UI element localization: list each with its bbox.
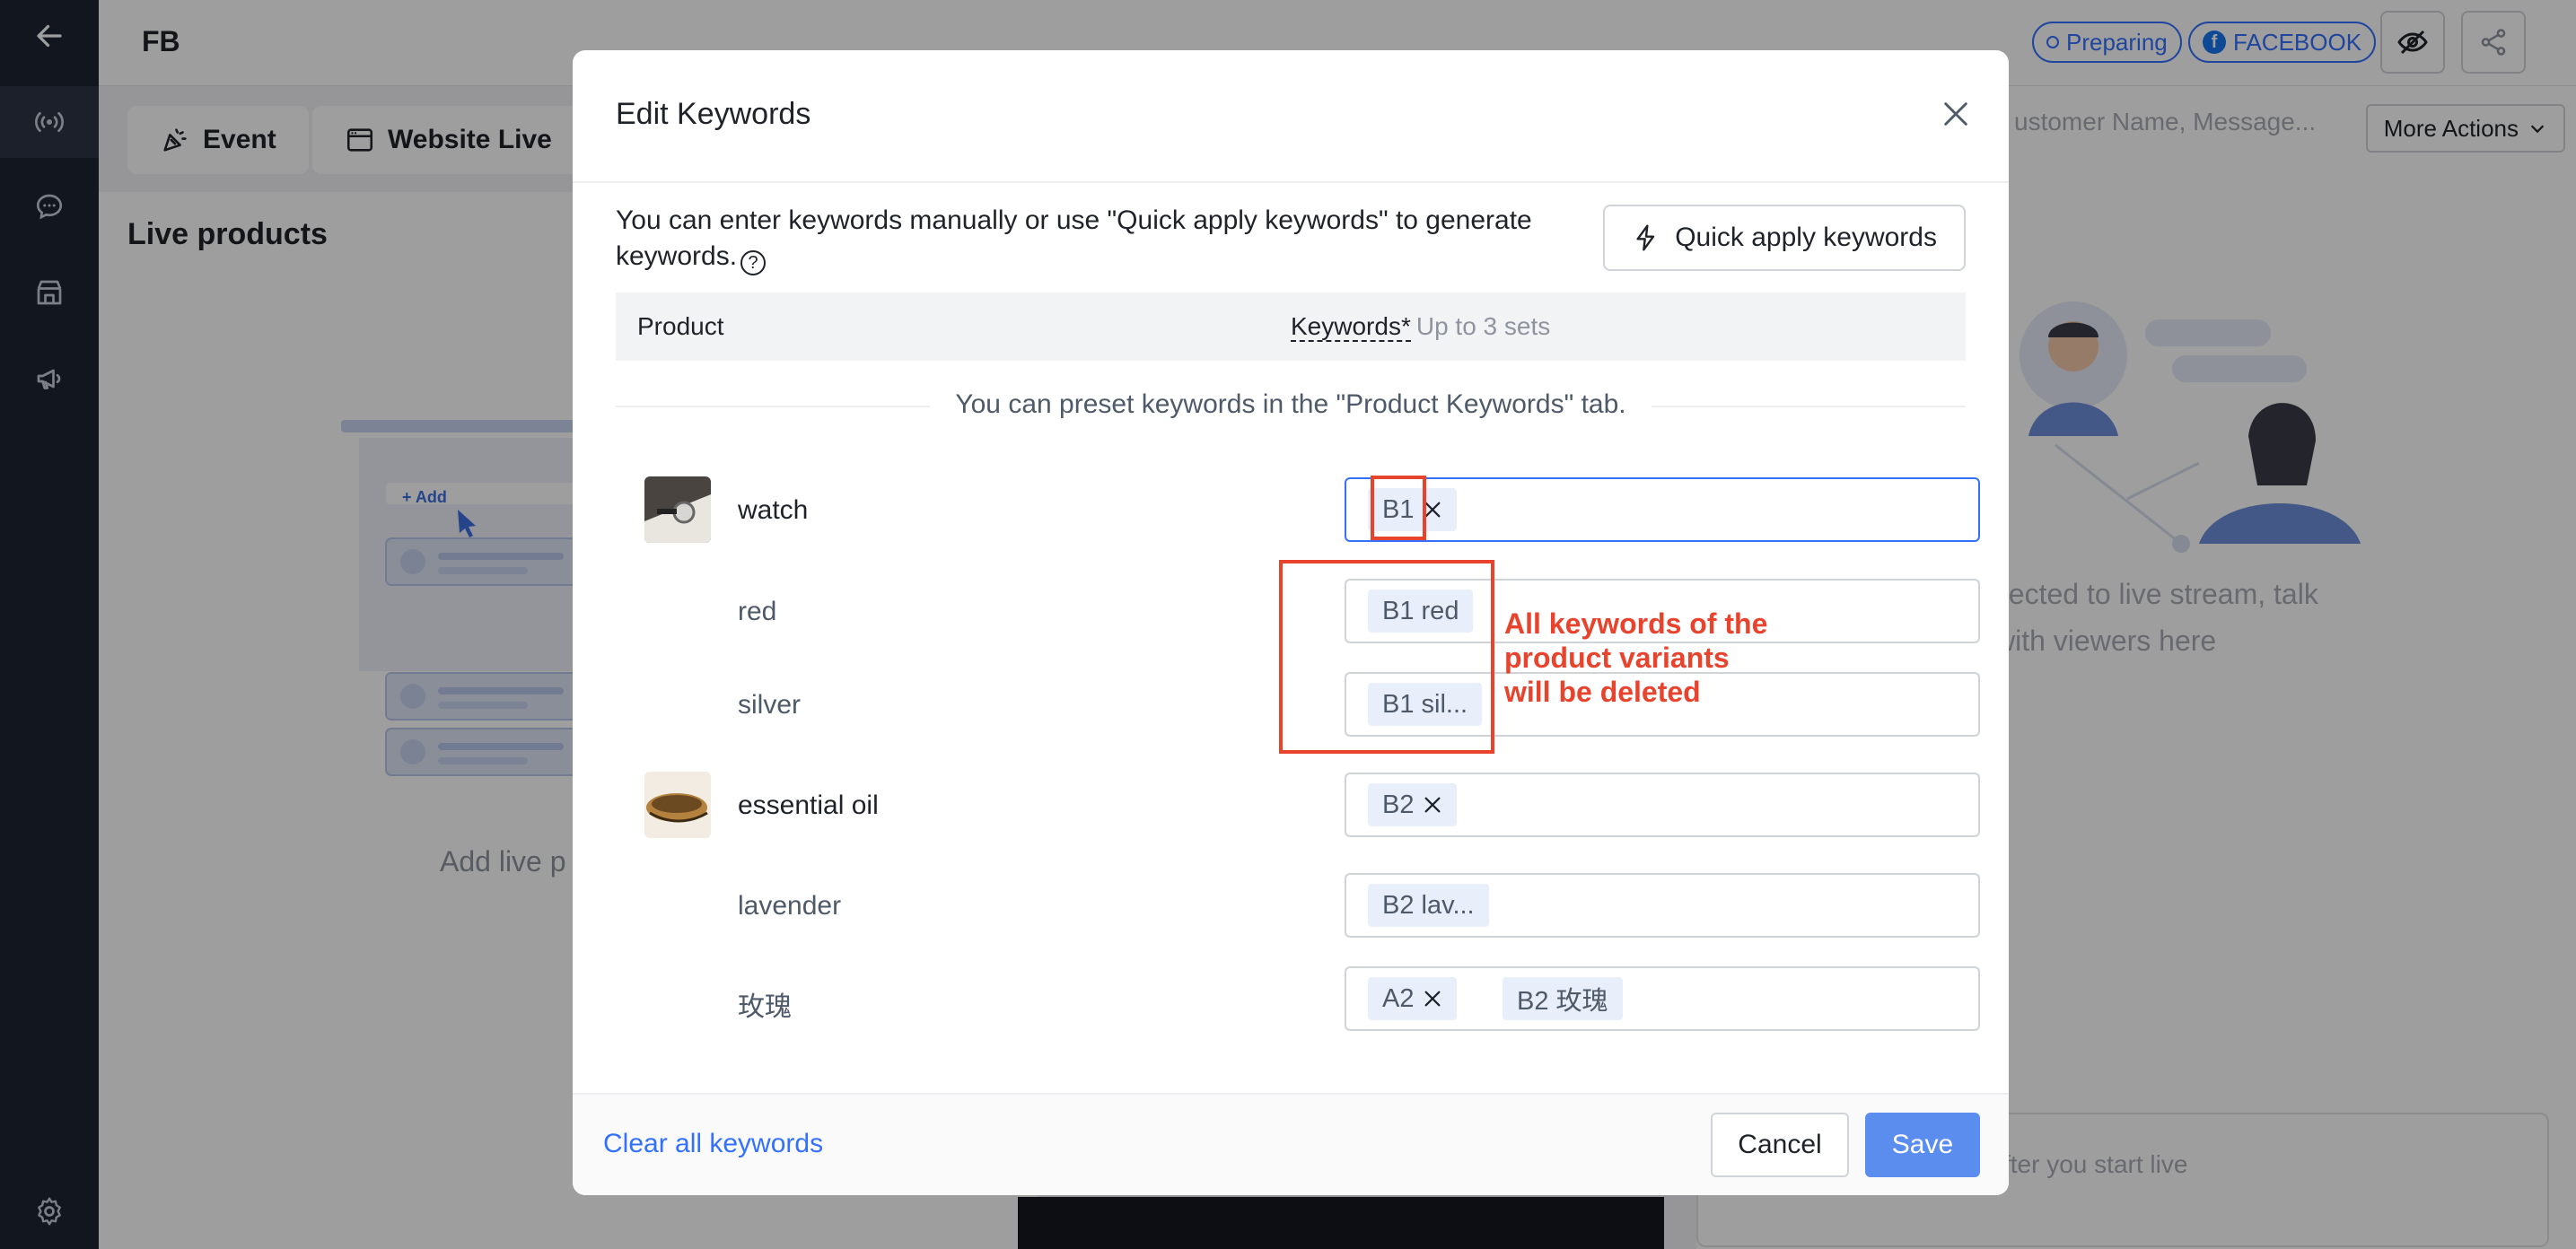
- keyword-tag: B2 lav...: [1368, 884, 1489, 927]
- annotation-line-2: product variants: [1504, 642, 1730, 674]
- table-row: essential oil B2: [616, 772, 1980, 838]
- keyword-tag-text: B2: [1382, 790, 1415, 819]
- product-thumbnail-essential-oil: [644, 772, 711, 838]
- keyword-tag-text: B2 lav...: [1382, 890, 1475, 920]
- lightning-icon: [1636, 224, 1655, 251]
- variant-name: lavender: [738, 891, 842, 921]
- save-button[interactable]: Save: [1865, 1113, 1980, 1177]
- variant-name: silver: [738, 690, 802, 720]
- table-row: watch B1: [616, 476, 1980, 543]
- remove-tag-icon[interactable]: [1423, 989, 1442, 1009]
- column-keywords: Keywords* Up to 3 sets: [1291, 312, 1551, 342]
- preset-hint: You can preset keywords in the "Product …: [573, 389, 2009, 420]
- keywords-input[interactable]: B1: [1345, 477, 1980, 542]
- keyword-tag-text: B2 玫瑰: [1517, 987, 1608, 1016]
- product-name: watch: [738, 495, 809, 525]
- variant-name: 玫瑰: [738, 992, 792, 1022]
- quick-apply-label: Quick apply keywords: [1675, 223, 1937, 252]
- annotation-note: All keywords of the product variants wil…: [1504, 607, 1767, 709]
- column-product: Product: [637, 312, 724, 340]
- product-thumbnail-watch: [644, 476, 711, 543]
- help-question-icon[interactable]: ?: [740, 250, 767, 275]
- keywords-input[interactable]: A2 B2 玫瑰: [1345, 966, 1980, 1031]
- dialog-intro: You can enter keywords manually or use "…: [616, 203, 1567, 275]
- clear-all-keywords-link[interactable]: Clear all keywords: [603, 1129, 823, 1159]
- column-keywords-label[interactable]: Keywords*: [1291, 312, 1411, 342]
- keywords-input[interactable]: B2 lav...: [1345, 873, 1980, 938]
- dialog-header: Edit Keywords: [573, 50, 2009, 183]
- variant-name: red: [738, 597, 777, 626]
- table-row: lavender B2 lav...: [616, 873, 1980, 938]
- annotation-highlight-variants: [1279, 560, 1494, 754]
- keyword-tag: B2: [1368, 783, 1458, 826]
- dialog-title: Edit Keywords: [616, 97, 811, 131]
- keywords-input[interactable]: B2: [1345, 773, 1980, 837]
- table-row: 玫瑰 A2 B2 玫瑰: [616, 966, 1980, 1031]
- quick-apply-keywords-button[interactable]: Quick apply keywords: [1603, 205, 1966, 271]
- product-name: essential oil: [738, 790, 879, 820]
- remove-tag-icon[interactable]: [1423, 795, 1442, 815]
- annotation-highlight-remove: [1371, 476, 1426, 540]
- keyword-tag: B2 玫瑰: [1503, 977, 1623, 1020]
- annotation-line-1: All keywords of the: [1504, 607, 1768, 640]
- column-keywords-hint: Up to 3 sets: [1415, 312, 1551, 340]
- cancel-button[interactable]: Cancel: [1711, 1113, 1849, 1177]
- annotation-line-3: will be deleted: [1504, 676, 1701, 708]
- close-icon[interactable]: [1941, 99, 1971, 129]
- preset-hint-text: You can preset keywords in the "Product …: [930, 389, 1652, 419]
- keyword-tag-text: A2: [1382, 983, 1415, 1013]
- keyword-tag: A2: [1368, 977, 1458, 1020]
- dialog-footer: Clear all keywords Cancel Save: [573, 1093, 2009, 1195]
- table-header: Product Keywords* Up to 3 sets: [616, 293, 1966, 361]
